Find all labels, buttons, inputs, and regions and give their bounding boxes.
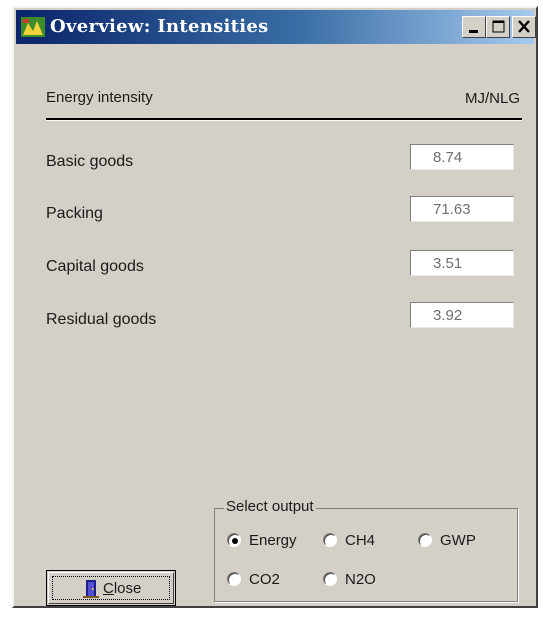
app-icon — [21, 17, 45, 37]
radio-selected-dot — [232, 538, 238, 544]
residual-goods-value: 3.92 — [410, 302, 514, 328]
basic-goods-label: Basic goods — [46, 153, 134, 170]
radio-n2o-circle — [323, 572, 337, 586]
maximize-button[interactable] — [486, 16, 510, 38]
header-unit: MJ/NLG — [464, 90, 520, 107]
capital-goods-label: Capital goods — [46, 258, 144, 275]
maximize-icon — [492, 20, 505, 33]
radio-co2-circle — [227, 572, 241, 586]
residual-goods-label: Residual goods — [46, 311, 157, 328]
header-label: Energy intensity — [46, 89, 153, 106]
intensity-header: Energy intensity MJ/NLG — [44, 86, 522, 110]
window-title: Overview: Intensities — [50, 16, 269, 37]
door-icon — [83, 580, 99, 598]
intensities-window: Overview: Intensities Energy intensity M… — [12, 6, 538, 608]
radio-co2[interactable]: CO2 — [227, 570, 307, 590]
close-button-label-rest: lose — [113, 580, 142, 597]
radio-ch4[interactable]: CH4 — [323, 531, 393, 551]
radio-energy-circle — [227, 533, 241, 547]
radio-ch4-label: CH4 — [345, 532, 376, 549]
close-icon — [518, 20, 530, 33]
radio-n2o-label: N2O — [345, 571, 376, 588]
select-output-title: Select output — [224, 498, 316, 515]
radio-gwp-circle — [418, 533, 432, 547]
close-window-button[interactable] — [512, 16, 536, 38]
header-divider — [46, 118, 522, 121]
radio-co2-label: CO2 — [249, 571, 280, 588]
packing-label: Packing — [46, 205, 103, 222]
title-bar[interactable]: Overview: Intensities — [16, 10, 536, 44]
radio-ch4-circle — [323, 533, 337, 547]
radio-energy-label: Energy — [249, 532, 297, 549]
close-button[interactable]: Close — [46, 570, 176, 606]
close-button-label: Close — [103, 580, 141, 597]
minimize-button[interactable] — [462, 16, 486, 38]
close-button-mnemonic: C — [103, 580, 114, 597]
radio-gwp-label: GWP — [440, 532, 476, 549]
radio-gwp[interactable]: GWP — [418, 531, 498, 551]
radio-energy[interactable]: Energy — [227, 531, 317, 551]
minimize-icon — [469, 30, 478, 33]
basic-goods-value: 8.74 — [410, 144, 514, 170]
radio-n2o[interactable]: N2O — [323, 570, 393, 590]
select-output-group: Select output Energy CH4 GWP CO2 N2O — [214, 498, 518, 602]
packing-value: 71.63 — [410, 196, 514, 222]
capital-goods-value: 3.51 — [410, 250, 514, 276]
